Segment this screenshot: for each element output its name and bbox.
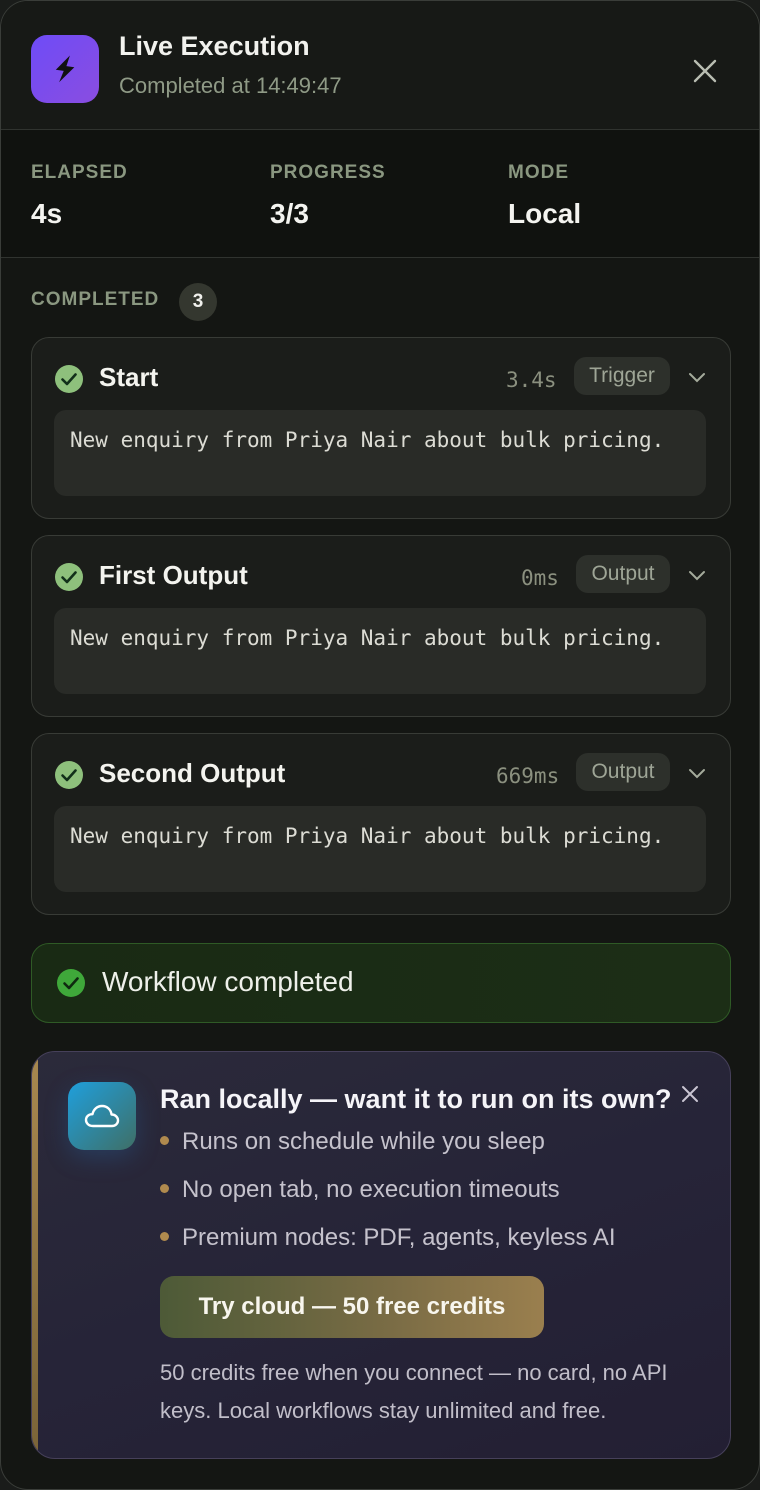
step-duration: 0ms bbox=[521, 566, 559, 590]
step-name: Start bbox=[99, 362, 159, 392]
step-type-badge: Output bbox=[576, 753, 670, 791]
check-circle-icon bbox=[55, 563, 83, 591]
step-output: New enquiry from Priya Nair about bulk p… bbox=[54, 608, 706, 694]
chevron-down-icon[interactable] bbox=[686, 366, 708, 388]
stat-label: ELAPSED bbox=[31, 162, 128, 183]
cloud-icon bbox=[68, 1082, 136, 1150]
step-card-second-output[interactable]: Second Output 669ms Output New enquiry f… bbox=[31, 733, 731, 915]
step-card-first-output[interactable]: First Output 0ms Output New enquiry from… bbox=[31, 535, 731, 717]
workflow-status-banner: Workflow completed bbox=[31, 943, 731, 1023]
promo-bullet: Runs on schedule while you sleep bbox=[160, 1128, 545, 1156]
panel-header: Live Execution Completed at 14:49:47 bbox=[1, 1, 759, 130]
stat-mode: MODE Local bbox=[508, 162, 581, 230]
chevron-down-icon[interactable] bbox=[686, 564, 708, 586]
promo-bullet: No open tab, no execution timeouts bbox=[160, 1176, 560, 1204]
check-circle-icon bbox=[55, 365, 83, 393]
stat-label: MODE bbox=[508, 162, 569, 183]
stat-elapsed: ELAPSED 4s bbox=[31, 162, 128, 230]
close-icon[interactable] bbox=[689, 55, 721, 87]
step-type-badge: Output bbox=[576, 555, 670, 593]
bullet-dot-icon bbox=[160, 1232, 169, 1242]
stat-value: Local bbox=[508, 198, 582, 229]
lightning-bolt-icon bbox=[31, 35, 99, 103]
stat-label: PROGRESS bbox=[270, 162, 386, 183]
promo-note: 50 credits free when you connect — no ca… bbox=[160, 1360, 668, 1423]
cloud-promo-card: Ran locally — want it to run on its own?… bbox=[31, 1051, 731, 1459]
bullet-dot-icon bbox=[160, 1184, 169, 1194]
step-duration: 669ms bbox=[496, 764, 560, 788]
check-circle-icon bbox=[55, 761, 83, 789]
promo-bullet: Premium nodes: PDF, agents, keyless AI bbox=[160, 1224, 616, 1252]
dismiss-promo-icon[interactable] bbox=[678, 1082, 702, 1106]
try-cloud-button[interactable]: Try cloud — 50 free credits bbox=[160, 1276, 544, 1338]
promo-title: Ran locally — want it to run on its own? bbox=[160, 1084, 672, 1114]
step-output: New enquiry from Priya Nair about bulk p… bbox=[54, 410, 706, 496]
step-name: First Output bbox=[99, 560, 248, 590]
check-circle-icon bbox=[57, 969, 85, 997]
step-output: New enquiry from Priya Nair about bulk p… bbox=[54, 806, 706, 892]
step-type-badge: Trigger bbox=[574, 357, 670, 395]
completed-count-badge: 3 bbox=[179, 283, 217, 321]
execution-stats: ELAPSED 4s PROGRESS 3/3 MODE Local bbox=[1, 130, 759, 258]
promo-bullet-text: Premium nodes: PDF, agents, keyless AI bbox=[182, 1224, 616, 1251]
promo-accent-stripe bbox=[32, 1052, 38, 1458]
completed-section-title: COMPLETED bbox=[31, 289, 160, 310]
stat-progress: PROGRESS 3/3 bbox=[270, 162, 386, 230]
promo-bullet-text: Runs on schedule while you sleep bbox=[182, 1128, 545, 1155]
live-execution-panel: Live Execution Completed at 14:49:47 ELA… bbox=[0, 0, 760, 1490]
chevron-down-icon[interactable] bbox=[686, 762, 708, 784]
bullet-dot-icon bbox=[160, 1136, 169, 1146]
step-card-start[interactable]: Start 3.4s Trigger New enquiry from Priy… bbox=[31, 337, 731, 519]
stat-value: 4s bbox=[31, 198, 63, 229]
completed-timestamp: Completed at 14:49:47 bbox=[119, 73, 342, 98]
step-duration: 3.4s bbox=[506, 368, 557, 392]
panel-title: Live Execution bbox=[119, 31, 310, 61]
step-name: Second Output bbox=[99, 758, 286, 788]
workflow-status-text: Workflow completed bbox=[102, 966, 354, 997]
stat-value: 3/3 bbox=[270, 198, 309, 229]
promo-bullet-text: No open tab, no execution timeouts bbox=[182, 1176, 560, 1203]
